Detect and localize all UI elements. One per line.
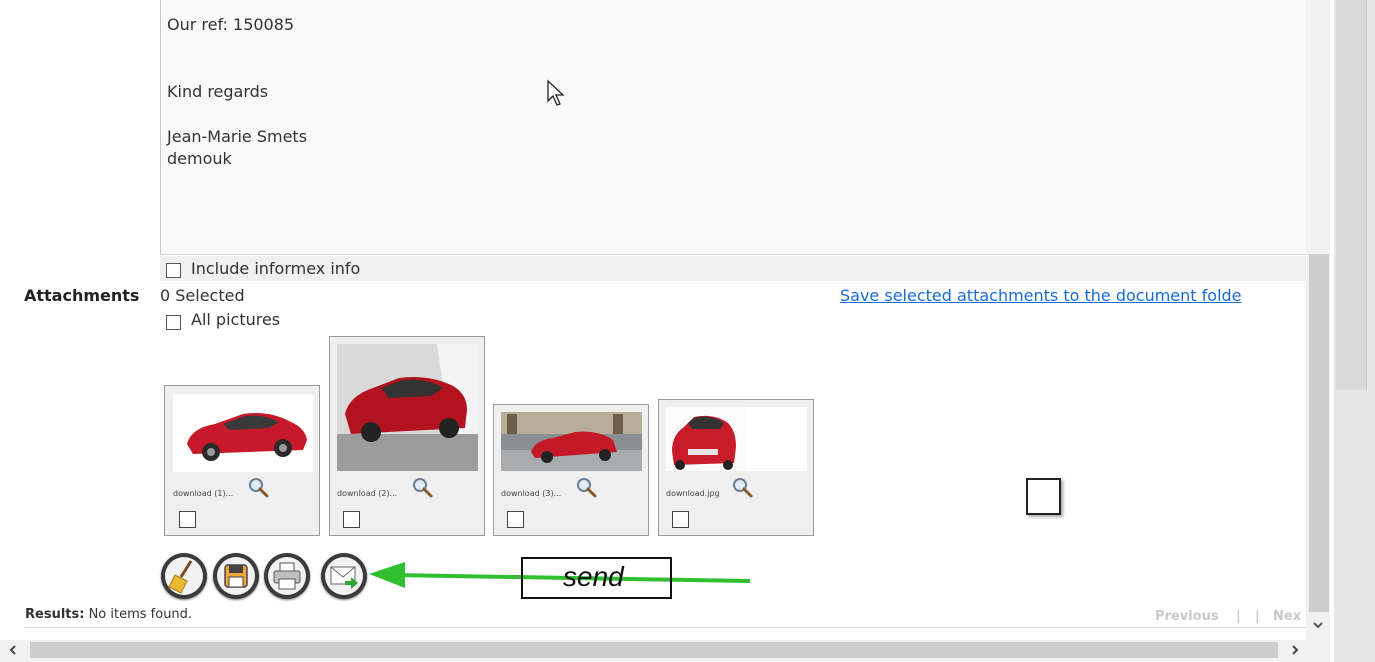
send-button[interactable] [321,553,367,599]
attachment-thumbnail-2[interactable]: download (2)... [329,336,485,536]
results-text: No items found. [88,607,193,622]
send-annotation-box: send [521,557,672,599]
attachment-thumbnail-1[interactable]: download (1)... [164,385,320,536]
chevron-down-icon[interactable] [1311,618,1325,632]
page-scrollbar-thumb[interactable] [1336,0,1367,390]
chevron-right-icon[interactable] [1288,643,1302,657]
attachment-filename-3: download (3)... [501,489,562,498]
send-annotation-text: send [563,561,624,592]
attachments-label: Attachments [24,286,140,305]
attachment-filename-1: download (1)... [173,489,234,498]
attachment-checkbox-1[interactable] [179,511,196,528]
horizontal-scrollbar-thumb[interactable] [30,642,1278,658]
magnifier-icon[interactable] [731,476,753,498]
attachment-filename-4: download.jpg [666,489,720,498]
email-signature-name: Jean-Marie Smets [167,127,308,146]
results-divider [24,627,1306,628]
chevron-left-icon[interactable] [6,643,20,657]
magnifier-icon[interactable] [411,476,433,498]
pager-separator-2: | [1255,609,1260,624]
broom-icon [165,557,203,595]
results-status: Results: No items found. [25,607,192,622]
pager-previous[interactable]: Previous [1155,609,1219,624]
all-pictures-label: All pictures [191,310,281,329]
attachment-checkbox-4[interactable] [672,511,689,528]
attachment-image-4 [666,407,807,471]
include-informex-label: Include informex info [191,259,361,278]
email-greeting-line: Kind regards [167,82,269,101]
save-icon [217,557,255,595]
attachment-image-3 [501,412,642,471]
magnifier-icon[interactable] [575,476,597,498]
attachment-thumbnail-3[interactable]: download (3)... [493,404,649,536]
include-informex-row: Include informex info [160,256,1306,281]
clear-button[interactable] [161,553,207,599]
attachment-thumbnail-4[interactable]: download.jpg [658,399,814,536]
print-icon [268,557,306,595]
attachment-checkbox-2[interactable] [343,511,360,528]
print-button[interactable] [264,553,310,599]
results-label: Results: [25,607,85,622]
email-ref-line: Our ref: 150085 [167,15,295,34]
vertical-scrollbar-thumb[interactable] [1309,254,1329,612]
attachment-checkbox-3[interactable] [507,511,524,528]
include-informex-checkbox[interactable] [166,263,181,278]
selected-count: 0 Selected [160,286,245,305]
attachment-image-2 [337,344,478,471]
all-pictures-checkbox[interactable] [166,315,181,330]
email-signature-company: demouk [167,149,232,168]
annotation-square [1026,478,1061,515]
magnifier-icon[interactable] [247,476,269,498]
save-button[interactable] [213,553,259,599]
save-attachments-link[interactable]: Save selected attachments to the documen… [840,286,1242,305]
mouse-cursor-icon [547,79,565,106]
email-body[interactable]: Our ref: 150085 Kind regards Jean-Marie … [160,0,1307,255]
pager-separator-1: | [1236,609,1241,624]
attachment-image-1 [173,394,313,472]
pager-next[interactable]: Nex [1273,609,1301,624]
attachment-filename-2: download (2)... [337,489,398,498]
send-mail-icon [325,557,363,595]
